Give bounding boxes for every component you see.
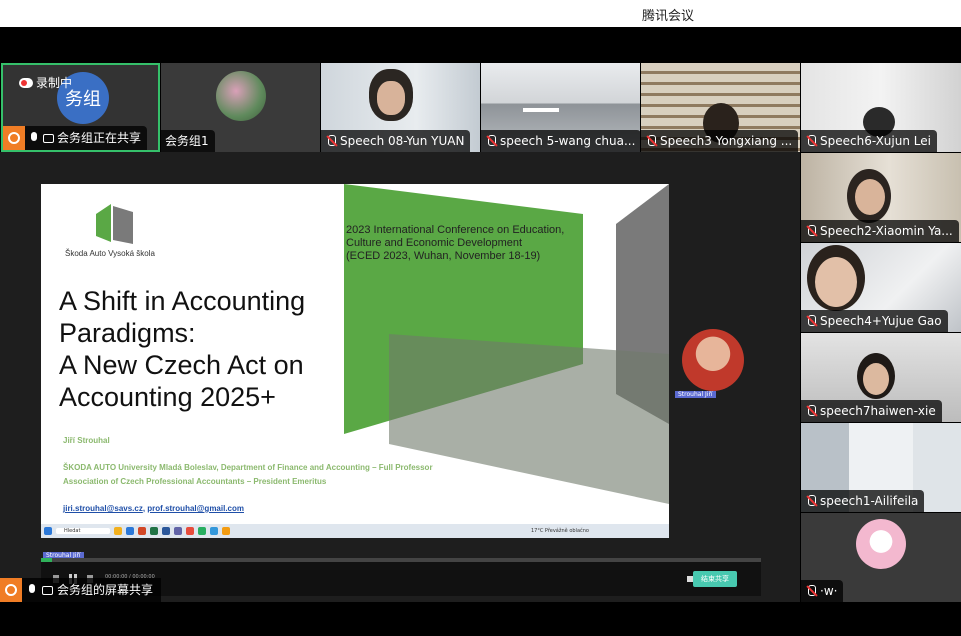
app-icon <box>174 527 183 535</box>
taskbar-search: Hledat <box>56 528 111 534</box>
participant-label: Speech4+Yujue Gao <box>801 310 948 332</box>
avatar <box>216 71 266 121</box>
participant-tile[interactable]: Speech 08-Yun YUAN <box>321 63 480 152</box>
end-share-label: 结束共享 <box>701 575 729 583</box>
mic-icon <box>26 583 38 597</box>
conference-line: (ECED 2023, Wuhan, November 18-19) <box>346 250 541 262</box>
mic-muted-icon <box>805 134 817 148</box>
title-line: Paradigms: <box>59 318 196 348</box>
person-face <box>377 81 405 115</box>
app-icon <box>186 527 195 535</box>
taskbar-weather: 17°C Převážně oblačno <box>530 528 589 534</box>
mic-muted-icon <box>805 404 817 418</box>
mic-muted-icon <box>805 584 817 598</box>
participant-label: Speech6-Xujun Lei <box>801 130 937 152</box>
mic-muted-icon <box>325 134 337 148</box>
app-icon <box>126 527 135 535</box>
participant-label: speech7haiwen-xie <box>801 400 942 422</box>
participant-tile[interactable]: speech 5-wang chua... <box>481 63 640 152</box>
presentation-slide: Škoda Auto Vysoká škola 2023 Internation… <box>41 184 669 538</box>
title-line: Accounting 2025+ <box>59 382 276 412</box>
participant-tile[interactable]: Speech2-Xiaomin Ya... <box>801 153 961 242</box>
participant-name: Speech6-Xujun Lei <box>820 134 931 148</box>
host-icon <box>0 578 22 602</box>
presenter-video[interactable] <box>682 329 744 391</box>
participant-tile[interactable]: speech1-Ailifeila <box>801 423 961 512</box>
participant-label: Speech 08-Yun YUAN <box>321 130 471 152</box>
participant-name: Speech4+Yujue Gao <box>820 314 942 328</box>
title-line: A Shift in Accounting <box>59 286 306 316</box>
participant-name: Speech 08-Yun YUAN <box>340 134 465 148</box>
participant-name: speech 5-wang chua... <box>500 134 636 148</box>
avatar <box>856 519 906 569</box>
participant-label: Speech3 Yongxiang ... <box>641 130 799 152</box>
participant-tile[interactable]: ·w· <box>801 513 961 602</box>
participant-tile[interactable]: Speech4+Yujue Gao <box>801 243 961 332</box>
participant-name: Speech3 Yongxiang ... <box>660 134 793 148</box>
participant-label: speech1-Ailifeila <box>801 490 925 512</box>
remote-taskbar: Hledat 17°C Převážně oblačno <box>41 524 669 538</box>
participant-name: speech1-Ailifeila <box>820 494 919 508</box>
screen-share-icon <box>43 133 54 143</box>
presenter-tag: Strouhal Jiří <box>675 391 716 398</box>
participant-tile[interactable]: Speech3 Yongxiang ... <box>641 63 800 152</box>
author-name: Jiří Strouhal <box>63 436 110 445</box>
person-face <box>863 363 889 395</box>
conference-line: Culture and Economic Development <box>346 237 523 249</box>
app-icon <box>210 527 219 535</box>
participant-tile[interactable]: Speech6-Xujun Lei <box>801 63 961 152</box>
title-bar: 腾讯会议 <box>0 0 961 27</box>
share-status-label: 会务组的屏幕共享 <box>57 583 154 597</box>
conference-line: 2023 International Conference on Educati… <box>346 224 565 236</box>
mic-muted-icon <box>485 134 497 148</box>
participant-name: speech7haiwen-xie <box>820 404 936 418</box>
share-status-bar: 会务组的屏幕共享 <box>0 578 162 602</box>
email-link[interactable]: jiri.strouhal@savs.cz <box>63 504 143 513</box>
app-icon <box>114 527 123 535</box>
participant-label: 会务组正在共享 <box>3 126 148 150</box>
affiliation: Association of Czech Professional Accoun… <box>63 477 327 486</box>
affiliation: ŠKODA AUTO University Mladá Boleslav, De… <box>63 463 433 472</box>
app-title: 腾讯会议 <box>642 9 695 24</box>
start-icon <box>44 527 52 535</box>
end-share-button[interactable]: 结束共享 <box>693 571 737 587</box>
recording-label: 录制中 <box>36 76 73 90</box>
participant-tile[interactable]: 会务组1 <box>161 63 320 152</box>
mic-muted-icon <box>805 224 817 238</box>
conference-info: 2023 International Conference on Educati… <box>346 224 564 263</box>
app-icon <box>222 527 231 535</box>
participant-name: 会务组1 <box>165 134 209 148</box>
ceiling-light <box>523 108 559 112</box>
mic-muted-icon <box>805 314 817 328</box>
school-name: Škoda Auto Vysoká škola <box>65 249 155 258</box>
participant-name: Speech2-Xiaomin Ya... <box>820 224 953 238</box>
participant-name: 会务组正在共享 <box>57 131 142 145</box>
participant-tile-host[interactable]: 务组 录制中 会务组正在共享 <box>1 63 160 152</box>
mic-muted-icon <box>805 494 817 508</box>
participant-tile[interactable]: speech7haiwen-xie <box>801 333 961 422</box>
participant-label: Speech2-Xiaomin Ya... <box>801 220 959 242</box>
participant-label: ·w· <box>801 580 844 602</box>
mic-muted-icon <box>645 134 657 148</box>
email-link[interactable]: prof.strouhal@gmail.com <box>147 504 244 513</box>
slide-title: A Shift in Accounting Paradigms: A New C… <box>59 285 305 413</box>
person-face <box>855 179 885 215</box>
contact-emails: jiri.strouhal@savs.cz, prof.strouhal@gma… <box>63 504 244 513</box>
host-icon <box>3 126 25 150</box>
top-strip <box>0 27 961 62</box>
mic-icon <box>28 131 40 145</box>
app-icon <box>150 527 159 535</box>
person-face <box>815 257 857 307</box>
participant-label: 会务组1 <box>161 130 215 152</box>
shared-screen: Škoda Auto Vysoká škola 2023 Internation… <box>0 152 800 602</box>
app-icon <box>198 527 207 535</box>
recording-indicator[interactable]: 录制中 <box>19 74 72 91</box>
app-icon <box>138 527 147 535</box>
title-line: A New Czech Act on <box>59 350 304 380</box>
screen-share-icon <box>42 585 53 595</box>
app-icon <box>162 527 171 535</box>
participant-name: ·w· <box>820 584 838 598</box>
participant-label: speech 5-wang chua... <box>481 130 640 152</box>
cloud-record-icon <box>19 77 33 88</box>
